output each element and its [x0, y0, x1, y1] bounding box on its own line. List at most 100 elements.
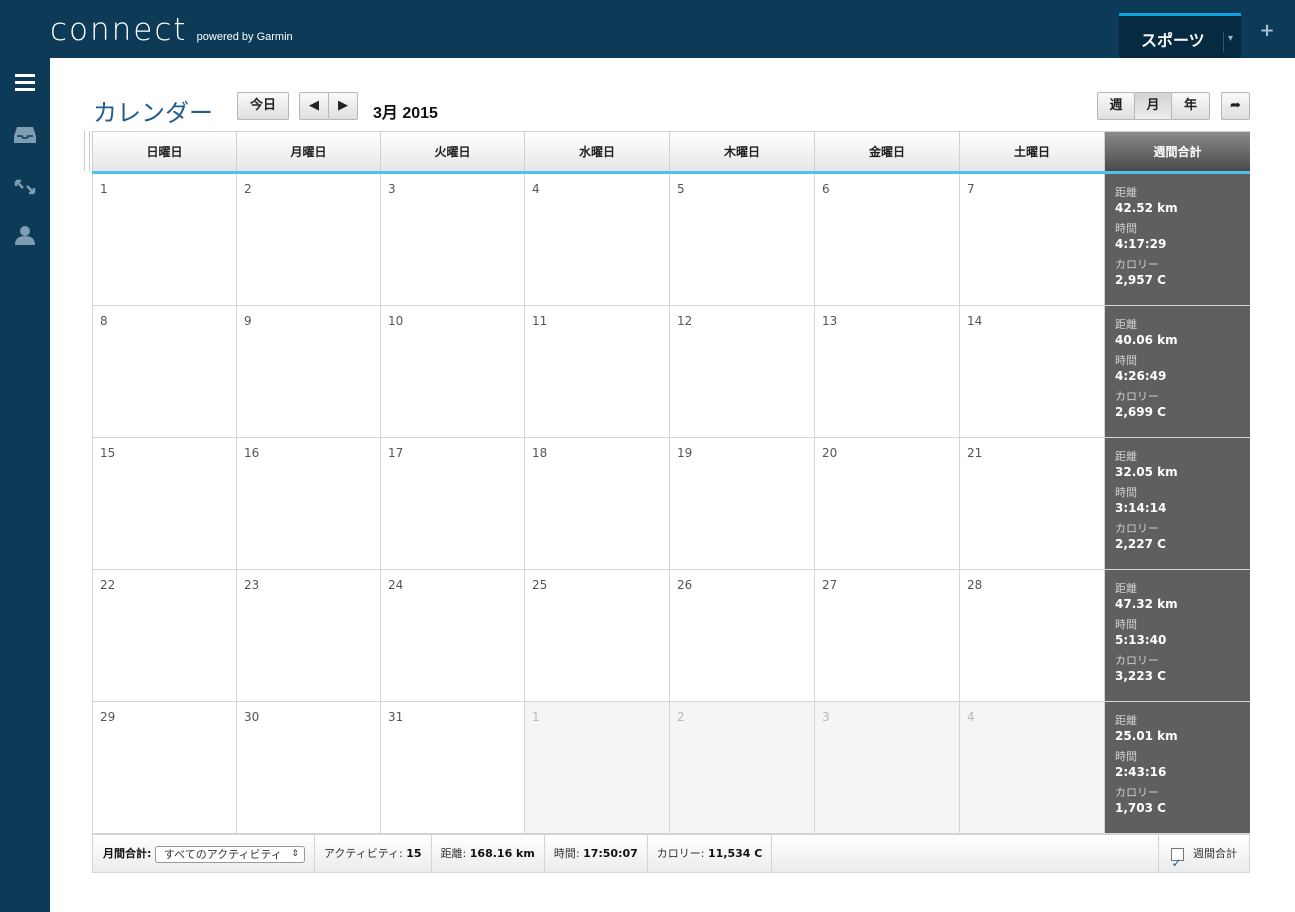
day-cell[interactable]: 24 — [381, 570, 525, 702]
view-month-button[interactable]: 月 — [1134, 92, 1172, 120]
day-cell[interactable]: 7 — [960, 174, 1105, 306]
day-number: 21 — [967, 446, 983, 460]
time-label: 時間: — [553, 847, 580, 860]
logo-subtext: powered by Garmin — [196, 31, 293, 43]
day-cell[interactable]: 2 — [237, 174, 381, 306]
day-cell[interactable]: 30 — [237, 702, 381, 834]
weekly-distance-label: 距離 — [1115, 450, 1137, 463]
day-cell[interactable]: 17 — [381, 438, 525, 570]
weekly-time-value: 3:14:14 — [1115, 501, 1167, 515]
day-cell[interactable]: 5 — [670, 174, 815, 306]
calories-label: カロリー: — [656, 847, 705, 860]
activities-label: アクティビティ: — [323, 847, 403, 860]
activity-filter-select[interactable]: すべてのアクティビティ ⇕ — [154, 845, 305, 863]
weekly-total-cell: 距離 42.52 km 時間 4:17:29 カロリー 2,957 C — [1105, 174, 1250, 306]
day-number: 4 — [967, 710, 975, 724]
day-cell[interactable]: 18 — [525, 438, 670, 570]
day-cell[interactable]: 6 — [815, 174, 960, 306]
weekly-total-checkbox[interactable] — [1170, 845, 1184, 882]
day-cell[interactable]: 23 — [237, 570, 381, 702]
day-cell[interactable]: 21 — [960, 438, 1105, 570]
chevron-down-icon[interactable]: ▾ — [1223, 32, 1233, 52]
day-cell[interactable]: 27 — [815, 570, 960, 702]
tab-sports[interactable]: スポーツ ▾ — [1119, 13, 1241, 58]
resize-handle[interactable] — [84, 131, 90, 171]
day-cell[interactable]: 31 — [381, 702, 525, 834]
weekly-calories-value: 1,703 C — [1115, 801, 1166, 815]
user-icon[interactable] — [13, 224, 37, 246]
weekly-distance-label: 距離 — [1115, 186, 1137, 199]
view-week-button[interactable]: 週 — [1097, 92, 1135, 120]
day-cell[interactable]: 1 — [525, 702, 670, 834]
day-cell[interactable]: 8 — [92, 306, 237, 438]
current-month-label: 3月 2015 — [373, 105, 438, 122]
day-cell[interactable]: 28 — [960, 570, 1105, 702]
day-number: 31 — [388, 710, 404, 724]
day-cell[interactable]: 19 — [670, 438, 815, 570]
logo-text: connect — [50, 12, 188, 48]
weekly-time-value: 4:17:29 — [1115, 237, 1167, 251]
weekly-total-cell: 距離 40.06 km 時間 4:26:49 カロリー 2,699 C — [1105, 306, 1250, 438]
day-cell[interactable]: 1 — [92, 174, 237, 306]
day-number: 15 — [100, 446, 116, 460]
day-cell[interactable]: 16 — [237, 438, 381, 570]
inbox-icon[interactable] — [13, 124, 37, 146]
day-number: 1 — [532, 710, 540, 724]
day-number: 29 — [100, 710, 116, 724]
day-cell[interactable]: 14 — [960, 306, 1105, 438]
day-cell[interactable]: 9 — [237, 306, 381, 438]
day-cell[interactable]: 13 — [815, 306, 960, 438]
weekly-distance-label: 距離 — [1115, 714, 1137, 727]
sidebar — [0, 58, 50, 912]
day-cell[interactable]: 26 — [670, 570, 815, 702]
day-number: 2 — [244, 182, 252, 196]
weekly-distance-value: 25.01 km — [1115, 729, 1178, 743]
day-number: 28 — [967, 578, 983, 592]
share-arrow-icon: ➦ — [1230, 98, 1241, 113]
day-cell[interactable]: 10 — [381, 306, 525, 438]
day-cell[interactable]: 15 — [92, 438, 237, 570]
next-button[interactable]: ▶ — [328, 92, 358, 120]
calendar-week-row: 1 2 3 4 5 6 7 距離 42.52 km 時間 4:17:29 カロリー 2,957 C — [92, 174, 1250, 306]
distance-value: 168.16 km — [469, 847, 535, 860]
day-cell[interactable]: 29 — [92, 702, 237, 834]
day-cell[interactable]: 25 — [525, 570, 670, 702]
day-cell[interactable]: 3 — [381, 174, 525, 306]
select-caret-icon: ⇕ — [291, 848, 299, 859]
day-number: 20 — [822, 446, 838, 460]
share-button[interactable]: ➦ — [1221, 92, 1250, 120]
sync-arrows-icon[interactable] — [13, 176, 37, 198]
day-cell[interactable]: 3 — [815, 702, 960, 834]
day-cell[interactable]: 12 — [670, 306, 815, 438]
menu-icon[interactable] — [13, 72, 37, 94]
weekly-time-value: 4:26:49 — [1115, 369, 1167, 383]
activities-count: アクティビティ: 15 — [315, 835, 432, 872]
header-tuesday: 火曜日 — [381, 131, 525, 171]
day-cell[interactable]: 20 — [815, 438, 960, 570]
day-number: 9 — [244, 314, 252, 328]
today-button[interactable]: 今日 — [237, 92, 289, 120]
day-number: 25 — [532, 578, 548, 592]
day-cell[interactable]: 22 — [92, 570, 237, 702]
day-cell[interactable]: 4 — [525, 174, 670, 306]
view-year-button[interactable]: 年 — [1171, 92, 1210, 120]
day-number: 22 — [100, 578, 116, 592]
day-number: 12 — [677, 314, 693, 328]
day-number: 30 — [244, 710, 260, 724]
day-number: 17 — [388, 446, 404, 460]
weekly-total-toggle[interactable]: 週間合計 — [1157, 835, 1250, 882]
garmin-connect-logo[interactable]: connect powered by Garmin — [50, 12, 293, 48]
day-cell[interactable]: 2 — [670, 702, 815, 834]
day-cell[interactable]: 4 — [960, 702, 1105, 834]
tab-sports-label: スポーツ — [1141, 31, 1205, 50]
page-title: カレンダー — [93, 100, 213, 127]
add-icon[interactable]: + — [1259, 22, 1275, 40]
weekly-time-label: 時間 — [1115, 486, 1137, 499]
weekly-total-cell: 距離 47.32 km 時間 5:13:40 カロリー 3,223 C — [1105, 570, 1250, 702]
calendar-week-row: 8 9 10 11 12 13 14 距離 40.06 km 時間 4:26:49 カロリー 2,699… — [92, 306, 1250, 438]
day-cell[interactable]: 11 — [525, 306, 670, 438]
previous-button[interactable]: ◀ — [299, 92, 329, 120]
monthly-calories: カロリー: 11,534 C — [648, 835, 773, 872]
monthly-total-filter: 月間合計: すべてのアクティビティ ⇕ — [93, 835, 315, 872]
weekly-time-label: 時間 — [1115, 750, 1137, 763]
